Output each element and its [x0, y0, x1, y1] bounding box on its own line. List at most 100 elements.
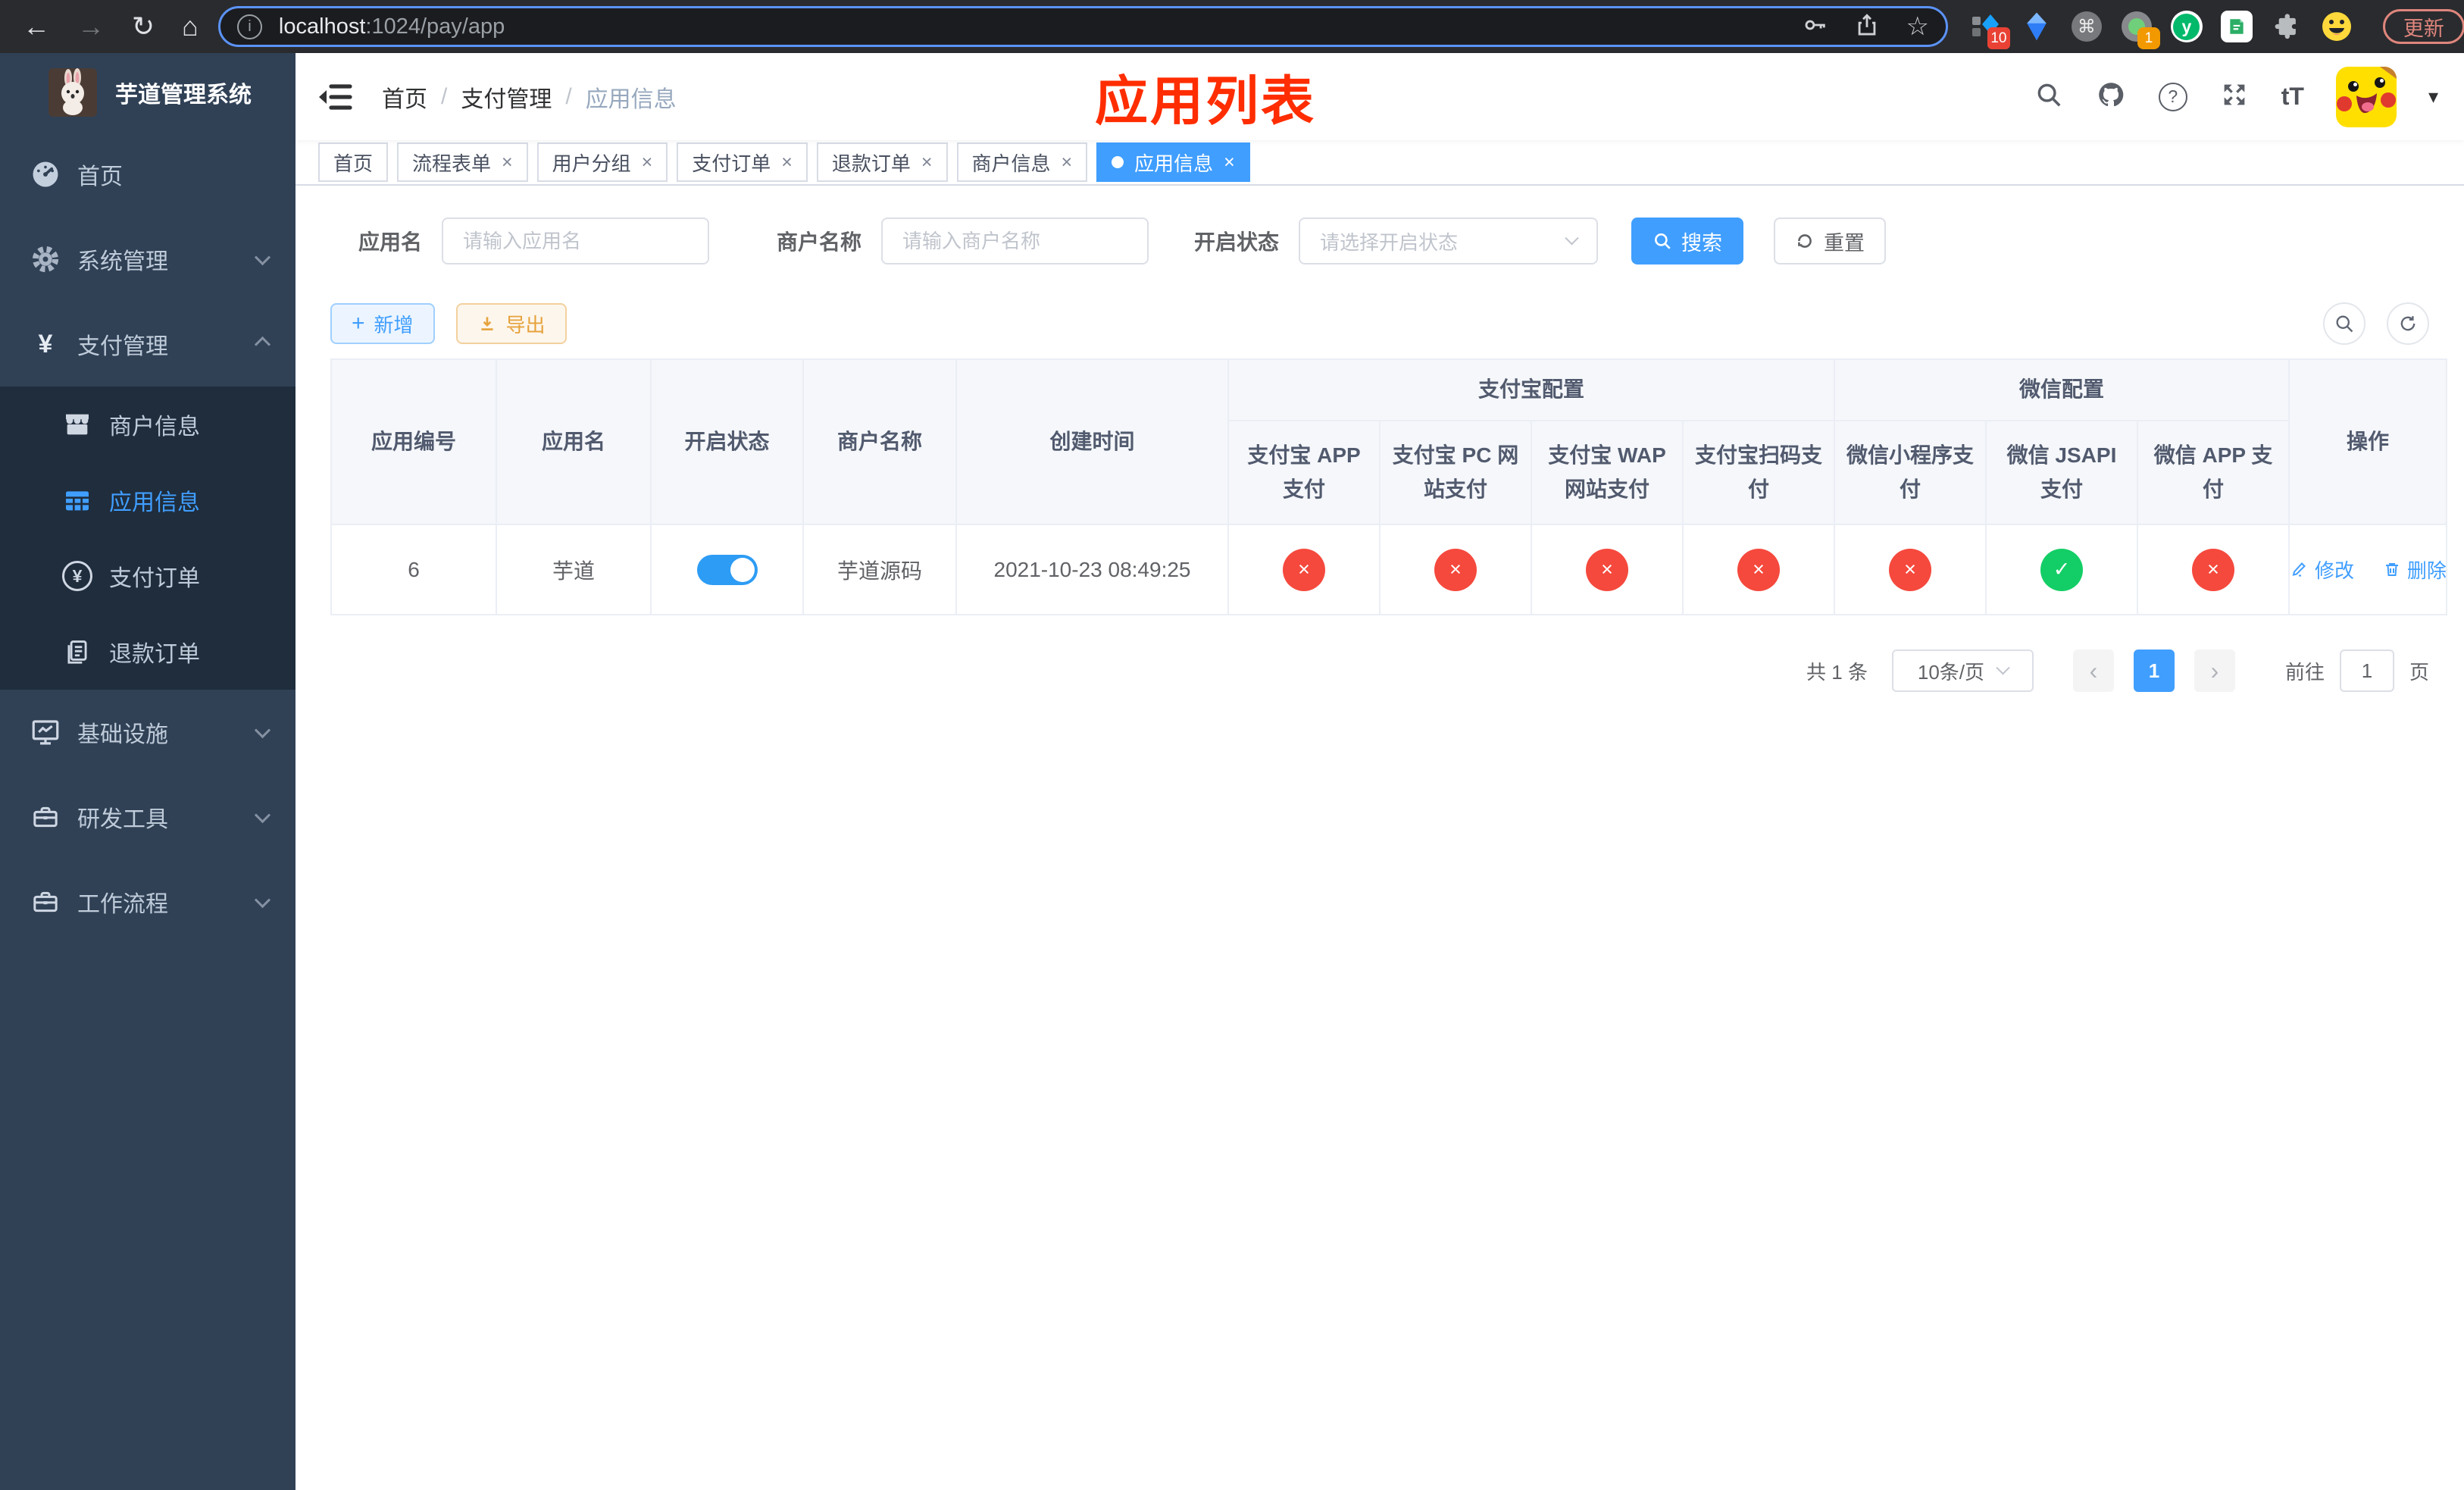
- chrome-update-button[interactable]: 更新: [2382, 9, 2464, 44]
- search-button[interactable]: 搜索: [1631, 218, 1744, 265]
- github-icon[interactable]: [2095, 79, 2127, 114]
- tag-merchant-info[interactable]: 商户信息 ×: [956, 142, 1088, 182]
- sidebar-item-home[interactable]: 首页: [0, 132, 295, 217]
- close-icon[interactable]: ×: [642, 152, 653, 174]
- breadcrumb-home[interactable]: 首页: [382, 80, 427, 114]
- y-extension-icon[interactable]: y: [2170, 11, 2203, 42]
- search-icon[interactable]: [2034, 80, 2063, 113]
- close-icon[interactable]: ×: [781, 152, 793, 174]
- extensions-row: 10 ⌘ 1 y 更新 ⋮: [1971, 9, 2464, 49]
- tag-refund-orders[interactable]: 退款订单 ×: [816, 142, 948, 182]
- sidebar-logo[interactable]: 芋道管理系统: [0, 53, 295, 132]
- home-icon[interactable]: ⌂: [182, 13, 199, 40]
- status-select-placeholder: 请选择开启状态: [1320, 230, 1459, 254]
- store-icon: [59, 409, 95, 440]
- tag-process-form[interactable]: 流程表单 ×: [397, 142, 528, 182]
- sidebar-item-app-info[interactable]: 应用信息: [0, 462, 295, 538]
- channel-status-icon: ✓: [2040, 548, 2084, 591]
- browser-profile-avatar[interactable]: [2321, 11, 2353, 42]
- close-icon[interactable]: ×: [921, 152, 933, 174]
- sidebar-item-merchant-info[interactable]: 商户信息: [0, 387, 295, 462]
- column-header-merchant: 商户名称: [802, 358, 957, 525]
- reset-button[interactable]: 重置: [1774, 218, 1887, 265]
- sidebar-item-workflow[interactable]: 工作流程: [0, 859, 295, 944]
- status-select[interactable]: 请选择开启状态: [1299, 218, 1599, 265]
- sidebar-item-label: 退款订单: [109, 642, 200, 667]
- sidebar-collapse-icon[interactable]: [317, 80, 353, 114]
- close-icon[interactable]: ×: [1224, 152, 1235, 174]
- close-icon[interactable]: ×: [1062, 152, 1073, 174]
- sidebar-item-dev-tools[interactable]: 研发工具: [0, 775, 295, 859]
- yen-circle-icon: ¥: [59, 561, 95, 591]
- font-size-icon[interactable]: tT: [2281, 83, 2304, 111]
- cell-merchant: 芋道源码: [802, 524, 957, 615]
- table-row: 6 芋道 芋道源码 2021-10-23 08:49:25 × × × × ×: [330, 524, 2448, 615]
- breadcrumb-separator: /: [441, 83, 448, 109]
- breadcrumb-current: 应用信息: [585, 86, 677, 112]
- url-host: localhost: [278, 14, 366, 39]
- page-number-1[interactable]: 1: [2133, 650, 2175, 692]
- forward-icon[interactable]: →: [77, 13, 105, 40]
- channel-status-icon: ×: [1737, 548, 1780, 591]
- dictionary-extension-icon[interactable]: 10: [1971, 11, 2010, 49]
- gem-extension-icon[interactable]: [2021, 11, 2053, 42]
- command-extension-icon[interactable]: ⌘: [2071, 11, 2103, 42]
- user-avatar[interactable]: [2335, 66, 2397, 127]
- tag-home[interactable]: 首页: [318, 142, 389, 182]
- channel-status-icon: ×: [1889, 548, 1932, 591]
- enabled-toggle[interactable]: [696, 554, 758, 585]
- cell-created: 2021-10-23 08:49:25: [955, 524, 1229, 615]
- delete-link[interactable]: 删除: [2383, 556, 2447, 584]
- sidebar-item-system[interactable]: 系统管理: [0, 217, 295, 302]
- breadcrumb-payment[interactable]: 支付管理: [461, 80, 552, 114]
- site-info-icon[interactable]: i: [236, 14, 262, 39]
- help-icon[interactable]: ?: [2158, 82, 2187, 111]
- toggle-search-button[interactable]: [2323, 302, 2366, 345]
- cell-app-id: 6: [330, 524, 497, 615]
- profile-extension-icon[interactable]: 1: [2121, 11, 2160, 49]
- sidebar-item-infrastructure[interactable]: 基础设施: [0, 690, 295, 775]
- cell-status: [650, 524, 804, 615]
- password-key-icon[interactable]: [1803, 12, 1828, 42]
- back-icon[interactable]: ←: [23, 13, 50, 40]
- tag-app-info[interactable]: 应用信息 ×: [1096, 142, 1250, 182]
- next-page-button[interactable]: ›: [2194, 650, 2235, 692]
- sidebar-item-payment[interactable]: ¥ 支付管理: [0, 302, 295, 387]
- sidebar-item-payment-orders[interactable]: ¥ 支付订单: [0, 538, 295, 614]
- logo-rabbit-image: [48, 68, 97, 117]
- fullscreen-icon[interactable]: [2219, 80, 2250, 114]
- cell-operations: 修改 删除: [2288, 524, 2448, 615]
- tag-payment-orders[interactable]: 支付订单 ×: [677, 142, 808, 182]
- avatar-dropdown-caret-icon[interactable]: ▾: [2428, 85, 2438, 108]
- browser-toolbar: ← → ↻ ⌂ i localhost:1024/pay/app ☆ 10 ⌘ …: [0, 0, 2464, 53]
- reload-icon[interactable]: ↻: [132, 13, 155, 40]
- address-bar[interactable]: i localhost:1024/pay/app ☆: [217, 6, 1948, 47]
- extensions-puzzle-icon[interactable]: [2271, 11, 2303, 42]
- edit-link[interactable]: 修改: [2290, 556, 2354, 584]
- screen: ← → ↻ ⌂ i localhost:1024/pay/app ☆ 10 ⌘ …: [0, 0, 2464, 1490]
- plus-icon: +: [352, 311, 365, 336]
- sidebar-item-refund-orders[interactable]: 退款订单: [0, 614, 295, 690]
- bookmark-star-icon[interactable]: ☆: [1906, 14, 1928, 39]
- close-icon[interactable]: ×: [502, 152, 513, 174]
- page-size-select[interactable]: 10条/页: [1891, 650, 2034, 692]
- channel-status-icon: ×: [2192, 548, 2235, 591]
- column-header-wechat-mini: 微信小程序支付: [1834, 420, 1987, 525]
- share-icon[interactable]: [1854, 12, 1880, 42]
- gear-icon: [27, 243, 64, 275]
- grid-table-icon: [59, 485, 95, 515]
- tag-user-group[interactable]: 用户分组 ×: [536, 142, 668, 182]
- jump-suffix-label: 页: [2409, 660, 2429, 684]
- table-utility-buttons: [2323, 302, 2429, 345]
- sidebar-item-label: 支付订单: [109, 566, 200, 591]
- export-button[interactable]: 导出: [455, 303, 567, 344]
- add-button[interactable]: + 新增: [330, 303, 435, 344]
- refresh-button[interactable]: [2387, 302, 2429, 345]
- column-header-status: 开启状态: [650, 358, 804, 525]
- app-name-input[interactable]: [442, 218, 710, 265]
- column-header-alipay-pc: 支付宝 PC 网站支付: [1379, 420, 1532, 525]
- prev-page-button[interactable]: ‹: [2072, 650, 2114, 692]
- docs-extension-icon[interactable]: [2220, 11, 2253, 42]
- jump-page-input[interactable]: [2339, 650, 2394, 692]
- merchant-name-input[interactable]: [881, 218, 1149, 265]
